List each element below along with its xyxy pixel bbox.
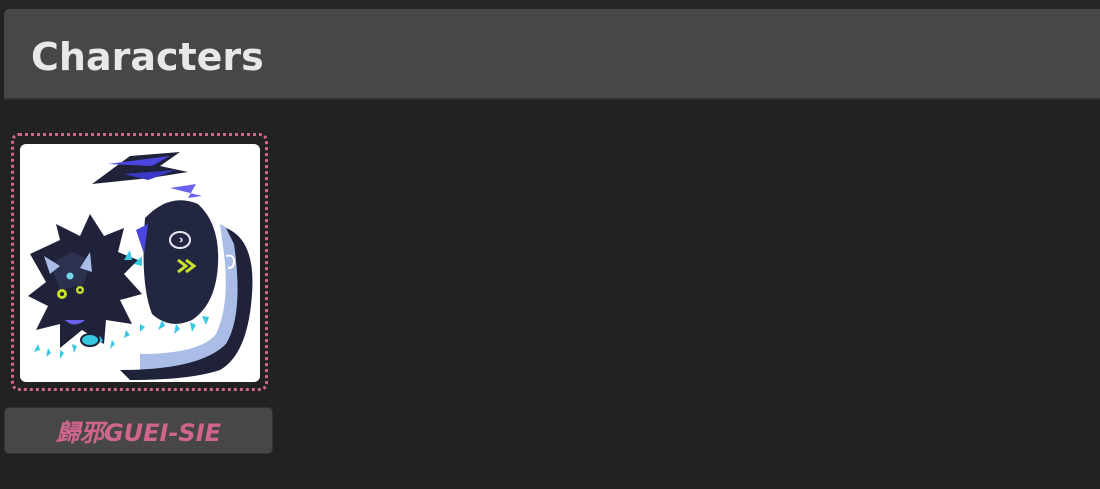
character-name-button[interactable]: 歸邪GUEI-SIE	[4, 407, 273, 454]
top-strip	[0, 0, 1100, 9]
character-art-icon	[28, 152, 253, 380]
character-thumbnail[interactable]	[20, 144, 260, 382]
character-name: 歸邪GUEI-SIE	[55, 419, 222, 447]
page-title: Characters	[31, 35, 264, 79]
page-header: Characters	[4, 9, 1100, 100]
